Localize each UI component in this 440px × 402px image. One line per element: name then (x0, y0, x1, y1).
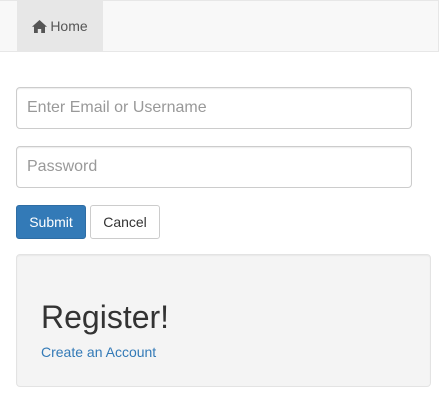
cancel-button[interactable]: Cancel (90, 205, 160, 239)
nav-home-link[interactable]: Home (17, 1, 103, 51)
create-account-link[interactable]: Create an Account (41, 344, 156, 360)
register-panel: Register! Create an Account (16, 254, 431, 387)
submit-button[interactable]: Submit (16, 205, 86, 239)
password-input[interactable] (16, 146, 412, 188)
register-heading: Register! (41, 299, 170, 335)
navbar: Home (0, 0, 439, 52)
email-username-input[interactable] (16, 87, 412, 129)
home-icon (32, 19, 48, 33)
nav-home-label: Home (50, 18, 88, 34)
